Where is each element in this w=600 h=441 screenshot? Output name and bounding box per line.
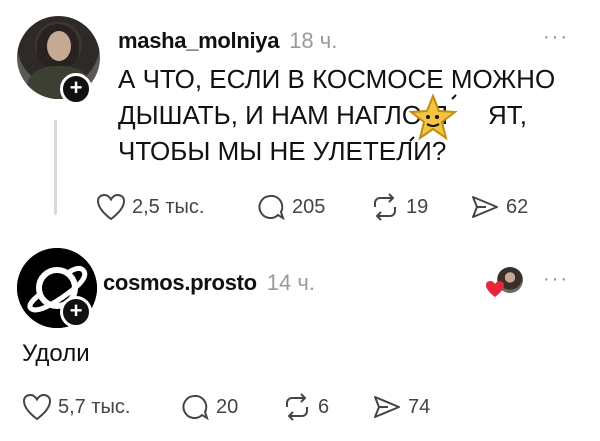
timestamp: 14 ч. — [266, 270, 315, 295]
share-button[interactable]: 62 — [470, 193, 528, 221]
post-text-line: ЧТОБЫ МЫ НЕ УЛЕТЕЛИ? — [118, 136, 447, 166]
post-text-part: ЯТ, — [488, 100, 528, 130]
comment-icon — [258, 194, 285, 221]
reply-count: 20 — [216, 395, 239, 418]
reply-button[interactable]: 20 — [180, 393, 238, 421]
share-count: 74 — [408, 395, 431, 418]
like-button[interactable]: 2,5 тыс. — [96, 193, 204, 221]
heart-icon — [486, 281, 504, 297]
repost-icon — [286, 393, 308, 421]
star-sticker-icon — [408, 93, 458, 142]
heart-icon — [96, 193, 126, 221]
like-count: 2,5 тыс. — [132, 195, 205, 218]
follow-plus-icon[interactable]: + — [60, 296, 92, 328]
comment-icon — [182, 394, 209, 421]
more-icon[interactable]: ··· — [543, 268, 569, 291]
username[interactable]: cosmos.prosto — [103, 270, 257, 296]
follow-plus-icon[interactable]: + — [60, 73, 92, 105]
post-text: А ЧТО, ЕСЛИ В КОСМОСЕ МОЖНО ДЫШАТЬ, И НА… — [118, 61, 558, 169]
post-text-line: ДЫШАТЬ, И НАМ НАГЛО П ЯТ, — [118, 97, 558, 133]
reply-text: Удоли — [22, 340, 90, 367]
share-icon — [374, 396, 400, 418]
post-header: masha_molniya 18 ч. — [118, 28, 337, 54]
reply-count: 205 — [292, 195, 326, 218]
repost-button[interactable]: 19 — [370, 193, 428, 221]
timestamp: 18 ч. — [289, 28, 338, 53]
reply-header: cosmos.prosto 14 ч. — [103, 270, 315, 296]
repost-button[interactable]: 6 — [282, 393, 329, 421]
username[interactable]: masha_molniya — [118, 28, 279, 54]
post-text-part: ДЫШАТЬ, И НАМ НАГЛО П — [118, 100, 449, 130]
heart-icon — [22, 393, 52, 421]
more-icon[interactable]: ··· — [543, 26, 569, 49]
share-button[interactable]: 74 — [372, 393, 430, 421]
repost-count: 6 — [318, 395, 330, 418]
repost-icon — [374, 193, 396, 221]
repost-count: 19 — [406, 195, 429, 218]
share-icon — [472, 196, 498, 218]
like-button[interactable]: 5,7 тыс. — [22, 393, 130, 421]
reply-button[interactable]: 205 — [256, 193, 325, 221]
like-count: 5,7 тыс. — [58, 395, 131, 418]
share-count: 62 — [506, 195, 529, 218]
thread-line — [54, 120, 57, 215]
post-text-line: А ЧТО, ЕСЛИ В КОСМОСЕ МОЖНО — [118, 64, 556, 94]
